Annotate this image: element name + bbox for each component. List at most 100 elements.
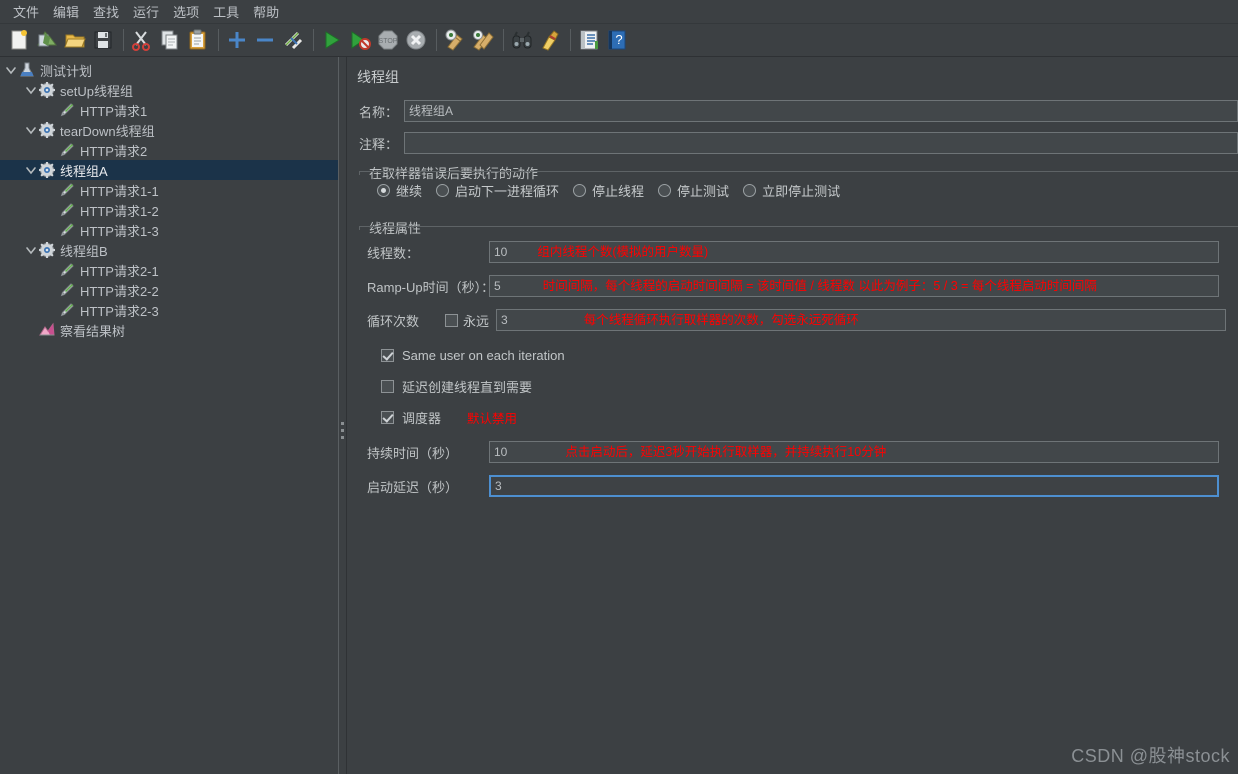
collapse-minus-icon[interactable] (252, 28, 277, 53)
menu-help[interactable]: 帮助 (246, 0, 286, 23)
delay-create-checkbox[interactable] (381, 379, 394, 393)
new-document-icon[interactable] (6, 28, 31, 53)
duration-input[interactable]: 10 点击启动后，延迟3秒开始执行取样器，并持续执行10分钟 (489, 441, 1219, 463)
chevron-down-icon[interactable] (24, 163, 38, 177)
tree-node-label: HTTP请求2-1 (80, 263, 159, 279)
menu-options[interactable]: 选项 (166, 0, 206, 23)
tree-node[interactable]: setUp线程组 (0, 80, 338, 100)
name-input[interactable]: 线程组A (404, 100, 1238, 122)
tree-node[interactable]: HTTP请求1-3 (0, 220, 338, 240)
tree-node-label: HTTP请求2-3 (80, 303, 159, 319)
comment-input[interactable] (404, 132, 1238, 154)
tree-node[interactable]: HTTP请求1-2 (0, 200, 338, 220)
tree-node[interactable]: HTTP请求2-1 (0, 260, 338, 280)
function-helper-icon[interactable] (576, 28, 601, 53)
tree-toggle-spacer (44, 303, 58, 317)
search-binoculars-icon[interactable] (509, 28, 534, 53)
ramp-up-input[interactable]: 5 时间间隔，每个线程的启动时间间隔 = 该时间值 / 线程数 以此为例子：5 … (489, 275, 1219, 297)
test-plan-tree[interactable]: 测试计划 setUp线程组 HTTP请求1 tearDown线程组 HTTP请求2 线程组… (0, 57, 338, 774)
expand-plus-icon[interactable] (224, 28, 249, 53)
shutdown-icon[interactable] (403, 28, 428, 53)
http-sampler-icon (58, 282, 76, 298)
tree-node[interactable]: HTTP请求1-1 (0, 180, 338, 200)
tree-node[interactable]: 线程组A (0, 160, 338, 180)
tree-toggle-spacer (44, 103, 58, 117)
num-threads-input[interactable]: 10 组内线程个数(模拟的用户数量) (489, 241, 1219, 263)
menu-run[interactable]: 运行 (126, 0, 166, 23)
tree-node[interactable]: HTTP请求2 (0, 140, 338, 160)
toolbar-separator (313, 29, 314, 51)
menu-search[interactable]: 查找 (86, 0, 126, 23)
duration-value: 10 (494, 445, 508, 459)
radio-button[interactable] (436, 184, 450, 197)
loop-forever-checkbox[interactable] (445, 313, 459, 327)
radio-button[interactable] (573, 184, 587, 197)
on-error-option-label: 立即停止测试 (762, 184, 841, 199)
on-error-option[interactable]: 继续 (377, 181, 422, 200)
scheduler-annotation: 默认禁用 (467, 411, 518, 426)
scheduler-checkbox[interactable] (381, 410, 394, 424)
menu-file[interactable]: 文件 (6, 0, 46, 23)
on-error-option[interactable]: 停止测试 (658, 181, 729, 200)
tree-toggle-spacer (44, 263, 58, 277)
same-user-checkbox[interactable] (381, 348, 394, 362)
svg-text:?: ? (615, 32, 622, 47)
radio-button[interactable] (743, 184, 757, 197)
menu-tools[interactable]: 工具 (206, 0, 246, 23)
tree-node[interactable]: HTTP请求1 (0, 100, 338, 120)
paste-clipboard-icon[interactable] (185, 28, 210, 53)
clear-icon[interactable] (442, 28, 467, 53)
chevron-down-icon[interactable] (4, 63, 18, 77)
tree-node-label: HTTP请求1-2 (80, 203, 159, 219)
reset-search-broom-icon[interactable] (537, 28, 562, 53)
tree-node-label: 测试计划 (40, 63, 93, 79)
tree-node[interactable]: HTTP请求2-3 (0, 300, 338, 320)
radio-button[interactable] (658, 184, 672, 197)
http-sampler-icon (58, 102, 76, 118)
tree-node[interactable]: tearDown线程组 (0, 120, 338, 140)
tree-node[interactable]: HTTP请求2-2 (0, 280, 338, 300)
name-input-value: 线程组A (409, 104, 454, 118)
tree-node[interactable]: 测试计划 (0, 60, 338, 80)
same-user-row[interactable]: Same user on each iteration (359, 342, 1238, 368)
start-no-timers-icon[interactable] (347, 28, 372, 53)
num-threads-label: 线程数： (367, 245, 420, 261)
main-split-pane: 测试计划 setUp线程组 HTTP请求1 tearDown线程组 HTTP请求2 线程组… (0, 57, 1238, 774)
radio-button[interactable] (377, 184, 390, 197)
open-folder-icon[interactable] (62, 28, 87, 53)
chevron-down-icon[interactable] (24, 123, 38, 137)
tree-node[interactable]: 察看结果树 (0, 320, 338, 340)
tree-node-label: HTTP请求2 (80, 143, 148, 159)
menu-edit[interactable]: 编辑 (46, 0, 86, 23)
startup-delay-input[interactable]: 3 (489, 475, 1219, 497)
clear-all-icon[interactable] (470, 28, 495, 53)
ramp-up-row: Ramp-Up时间（秒）： 5 时间间隔，每个线程的启动时间间隔 = 该时间值 … (359, 274, 1238, 298)
chevron-down-icon[interactable] (24, 243, 38, 257)
view-results-tree-icon (38, 322, 56, 338)
scheduler-row[interactable]: 调度器 默认禁用 (359, 404, 1238, 430)
start-play-icon[interactable] (319, 28, 344, 53)
cut-scissors-icon[interactable] (129, 28, 154, 53)
split-divider-grip[interactable] (341, 422, 345, 443)
duration-label: 持续时间（秒） (367, 445, 459, 461)
save-icon[interactable] (90, 28, 115, 53)
on-error-option[interactable]: 停止线程 (573, 181, 644, 200)
help-question-icon[interactable]: ? (604, 28, 629, 53)
split-divider[interactable] (338, 57, 347, 774)
loop-count-input[interactable]: 3 每个线程循环执行取样器的次数，勾选永远死循环 (496, 309, 1227, 331)
open-templates-icon[interactable] (34, 28, 59, 53)
chevron-down-icon[interactable] (24, 83, 38, 97)
on-error-option-label: 停止线程 (592, 184, 645, 199)
copy-icon[interactable] (157, 28, 182, 53)
stop-icon[interactable]: STOP (375, 28, 400, 53)
startup-delay-label: 启动延迟（秒） (367, 479, 459, 495)
http-sampler-icon (58, 182, 76, 198)
delay-create-row[interactable]: 延迟创建线程直到需要 (359, 373, 1238, 399)
scheduler-label: 调度器 (402, 410, 442, 426)
http-sampler-icon (58, 222, 76, 238)
on-error-option[interactable]: 立即停止测试 (743, 181, 840, 200)
on-error-option[interactable]: 启动下一进程循环 (436, 181, 559, 200)
toggle-enable-icon[interactable] (280, 28, 305, 53)
duration-annotation: 点击启动后，延迟3秒开始执行取样器，并持续执行10分钟 (565, 445, 887, 459)
tree-node[interactable]: 线程组B (0, 240, 338, 260)
